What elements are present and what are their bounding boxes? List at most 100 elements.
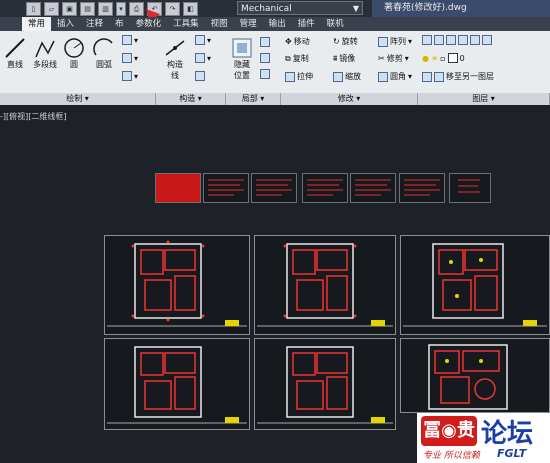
draw-panel-title[interactable]: 绘制 ▾ — [0, 93, 156, 105]
move-icon: ✥ — [285, 37, 292, 46]
target-icon — [195, 35, 205, 45]
mirror-button[interactable]: ⩩ 镜像 — [333, 53, 355, 64]
tab-output[interactable]: 输出 — [263, 17, 292, 31]
trim-button[interactable]: ✂ 修剪 ▾ — [378, 53, 409, 64]
rectangle-icon — [122, 53, 132, 63]
fillet-label: 圆角 — [390, 72, 406, 81]
tab-insert[interactable]: 插入 — [51, 17, 80, 31]
hide-position-button[interactable]: 隐藏 位置 — [228, 37, 256, 81]
layer-move-icon — [434, 71, 444, 82]
trim-icon: ✂ — [378, 54, 385, 63]
move-to-layer-button[interactable]: 移至另一图层 — [422, 71, 494, 82]
layer-tools[interactable] — [422, 35, 492, 45]
section-panel-title[interactable]: 局部 ▾ — [226, 93, 281, 105]
fillet-button[interactable]: 圆角 ▾ — [378, 71, 412, 82]
layer-dropdown[interactable]: ● ☀ ▫ 0 — [422, 53, 465, 63]
section-extra-1[interactable] — [260, 37, 270, 47]
tab-view[interactable]: 视图 — [205, 17, 234, 31]
plot-preview-icon[interactable]: ▥ — [98, 2, 113, 16]
window-title: 著春苑(修改好).dwg — [372, 0, 550, 17]
tab-parametric[interactable]: 参数化 — [130, 17, 168, 31]
saveas-icon[interactable]: ▤ — [80, 2, 95, 16]
unlock-icon: ▫ — [440, 53, 446, 63]
arc-button[interactable]: 圆弧 — [92, 37, 116, 70]
copy-label: 复制 — [292, 54, 309, 63]
dropdown-icon: ▾ — [134, 53, 139, 63]
save-icon[interactable]: ▣ — [62, 2, 77, 16]
layer-value: 0 — [459, 53, 465, 63]
construct-line-button[interactable]: 构造 线 — [160, 37, 190, 81]
detail-icon — [260, 53, 270, 63]
draw-extra-3[interactable]: ▾ — [122, 71, 138, 81]
construction-line-icon — [165, 40, 185, 56]
polyline-icon — [35, 40, 55, 58]
tab-annotate[interactable]: 注释 — [80, 17, 109, 31]
trim-label: 修剪 — [386, 54, 403, 63]
schedule-sheet — [251, 173, 297, 203]
tab-layout[interactable]: 布 — [109, 17, 130, 31]
floor-plan-sheet — [400, 235, 550, 335]
tab-home[interactable]: 常用 — [22, 17, 52, 31]
view-icon — [260, 69, 270, 79]
construct-extra-3[interactable] — [195, 71, 205, 81]
tab-toolset[interactable]: 工具集 — [167, 17, 205, 31]
viewport-label[interactable]: -][俯视][二维线框] — [0, 111, 67, 122]
layer-isolate-icon — [458, 35, 468, 45]
scale-label: 缩放 — [345, 72, 361, 81]
layers-panel-title[interactable]: 图层 ▾ — [418, 93, 550, 105]
arc-icon — [93, 38, 113, 56]
floor-plan-sheet — [104, 338, 250, 430]
polyline-button[interactable]: 多段线 — [30, 37, 60, 70]
layout-icon — [260, 37, 270, 47]
layer-walk-icon — [422, 71, 432, 82]
move-button[interactable]: ✥ 移动 — [285, 36, 310, 47]
grid-icon — [195, 53, 205, 63]
circle-button[interactable]: 圆 — [63, 37, 85, 70]
draw-extra-1[interactable]: ▾ — [122, 35, 138, 45]
tab-manage[interactable]: 管理 — [234, 17, 263, 31]
layer-match-icon — [470, 35, 480, 45]
workspace-dropdown[interactable]: Mechanical ▼ — [237, 1, 363, 15]
array-button[interactable]: 阵列 ▾ — [378, 36, 412, 47]
copy-button[interactable]: ⧉ 复制 — [285, 53, 309, 64]
circle-label: 圆 — [70, 60, 78, 69]
logo-tagline: 专业 所以信赖 — [423, 451, 480, 461]
schedule-sheet — [155, 173, 201, 203]
circle-icon — [64, 38, 84, 58]
dropdown-icon: ▾ — [134, 71, 139, 81]
stretch-button[interactable]: 拉伸 — [285, 71, 313, 82]
floor-plan-sheet — [254, 235, 396, 335]
schedule-sheet — [449, 173, 491, 203]
modify-panel-title[interactable]: 修改 ▾ — [281, 93, 418, 105]
open-icon[interactable]: ▱ — [44, 2, 59, 16]
scale-button[interactable]: 缩放 — [333, 71, 361, 82]
line-button[interactable]: 直线 — [2, 37, 28, 70]
sun-icon: ☀ — [430, 53, 439, 63]
title-bar: ▯ ▱ ▣ ▤ ▥ ▾ ⎙ ↶ ↷ ◧ Mechanical ▼ 著春苑(修改好)… — [0, 0, 550, 17]
tab-app[interactable] — [0, 17, 22, 31]
chevron-down-icon: ▼ — [352, 4, 359, 13]
position-label: 位置 — [234, 71, 250, 80]
construct-panel-title[interactable]: 构造 ▾ — [156, 93, 226, 105]
watermark-logo: 冨◉贵 论坛 专业 所以信赖 FGLT — [417, 413, 550, 463]
mirror-label: 镜像 — [339, 54, 356, 63]
rotate-button[interactable]: ↻ 旋转 — [333, 36, 358, 47]
construct-label: 构造 — [167, 60, 183, 69]
draw-extra-2[interactable]: ▾ — [122, 53, 138, 63]
tab-plugins[interactable]: 插件 — [292, 17, 321, 31]
schedule-sheet — [399, 173, 445, 203]
line-label: 直线 — [7, 60, 23, 69]
new-icon[interactable]: ▯ — [26, 2, 41, 16]
layer-properties-icon — [422, 35, 432, 45]
section-extra-2[interactable] — [260, 53, 270, 63]
layer-freeze-icon — [434, 35, 444, 45]
polyline-label: 多段线 — [33, 60, 57, 69]
pointer-icon[interactable]: ▾ — [116, 2, 126, 16]
tab-online[interactable]: 联机 — [321, 17, 350, 31]
array-label: 阵列 — [390, 37, 406, 46]
hatch-icon — [122, 71, 132, 81]
section-extra-3[interactable] — [260, 69, 270, 79]
rotate-icon: ↻ — [333, 37, 340, 46]
construct-extra-2[interactable]: ▾ — [195, 53, 211, 63]
construct-extra-1[interactable]: ▾ — [195, 35, 211, 45]
